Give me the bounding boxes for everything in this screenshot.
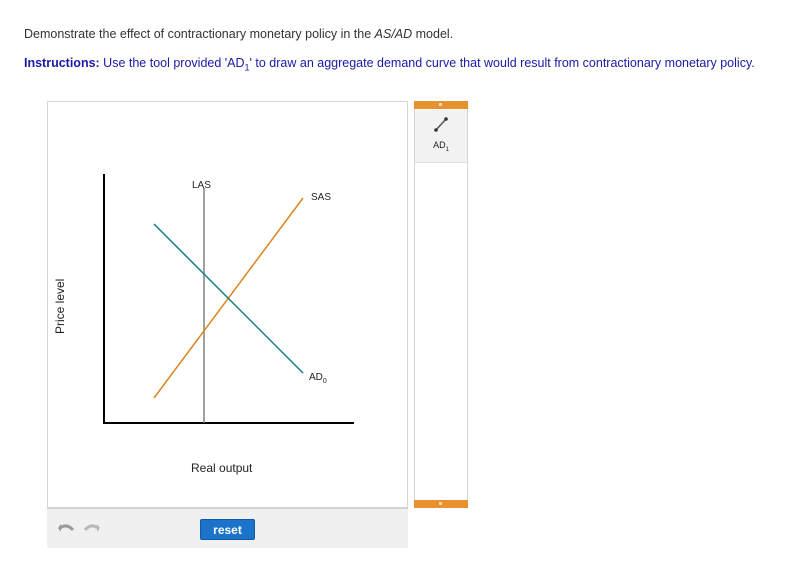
ad1-tool-label: AD1 [433, 140, 449, 153]
instructions-text: Instructions: Use the tool provided 'AD1… [24, 56, 755, 73]
y-axis-label: Price level [53, 279, 67, 334]
graph-toolbar: reset [47, 508, 408, 548]
graph-panel[interactable]: LAS SAS AD0 Real output Price level [47, 101, 408, 508]
ad0-curve[interactable] [153, 223, 304, 374]
reset-button[interactable]: reset [200, 519, 255, 540]
x-axis-label: Real output [191, 461, 253, 475]
sas-label: SAS [311, 192, 331, 203]
palette-bottom-bar [414, 500, 468, 508]
undo-icon[interactable] [57, 521, 75, 535]
tool-palette: AD1 [414, 101, 468, 508]
ad1-tool[interactable]: AD1 [415, 110, 467, 163]
instructions-label: Instructions: [24, 56, 100, 70]
las-label: LAS [192, 180, 211, 191]
redo-icon[interactable] [83, 521, 101, 535]
line-draw-icon [432, 115, 450, 133]
model-name: AS/AD [374, 27, 413, 41]
ad0-label: AD0 [309, 372, 327, 385]
palette-top-bar [414, 101, 468, 109]
asad-graph[interactable]: LAS SAS AD0 Real output Price level [48, 102, 407, 507]
question-text: Demonstrate the effect of contractionary… [24, 27, 454, 41]
